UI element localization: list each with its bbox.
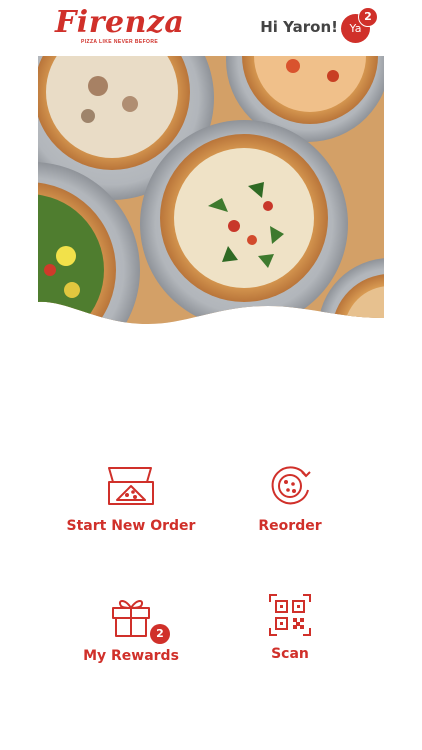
firenza-logo: Firenza PIZZA LIKE NEVER BEFORE: [55, 6, 184, 48]
logo-tagline: PIZZA LIKE NEVER BEFORE: [81, 39, 159, 45]
hero-pizza-image: [38, 56, 384, 330]
pizza-box-icon: [108, 467, 154, 505]
logo-wordmark: Firenza: [55, 5, 185, 40]
rewards-badge: 2: [150, 624, 170, 644]
scan-label: Scan: [271, 646, 309, 662]
my-rewards-button[interactable]: 2 My Rewards: [41, 596, 221, 664]
my-rewards-label: My Rewards: [83, 648, 179, 664]
pizza-reorder-icon: [271, 466, 311, 505]
notification-badge[interactable]: 2: [358, 7, 378, 27]
scan-button[interactable]: Scan: [200, 594, 380, 662]
qr-code-icon: [269, 594, 311, 636]
start-new-order-label: Start New Order: [66, 518, 196, 534]
start-new-order-button[interactable]: Start New Order: [41, 464, 221, 534]
reorder-label: Reorder: [258, 518, 322, 534]
pizza-photo: [38, 56, 384, 324]
greeting-text: Hi Yaron!: [260, 18, 338, 36]
gift-icon: [112, 600, 150, 637]
reorder-button[interactable]: Reorder: [200, 464, 380, 534]
app-header: Firenza PIZZA LIKE NEVER BEFORE Hi Yaron…: [0, 0, 422, 56]
